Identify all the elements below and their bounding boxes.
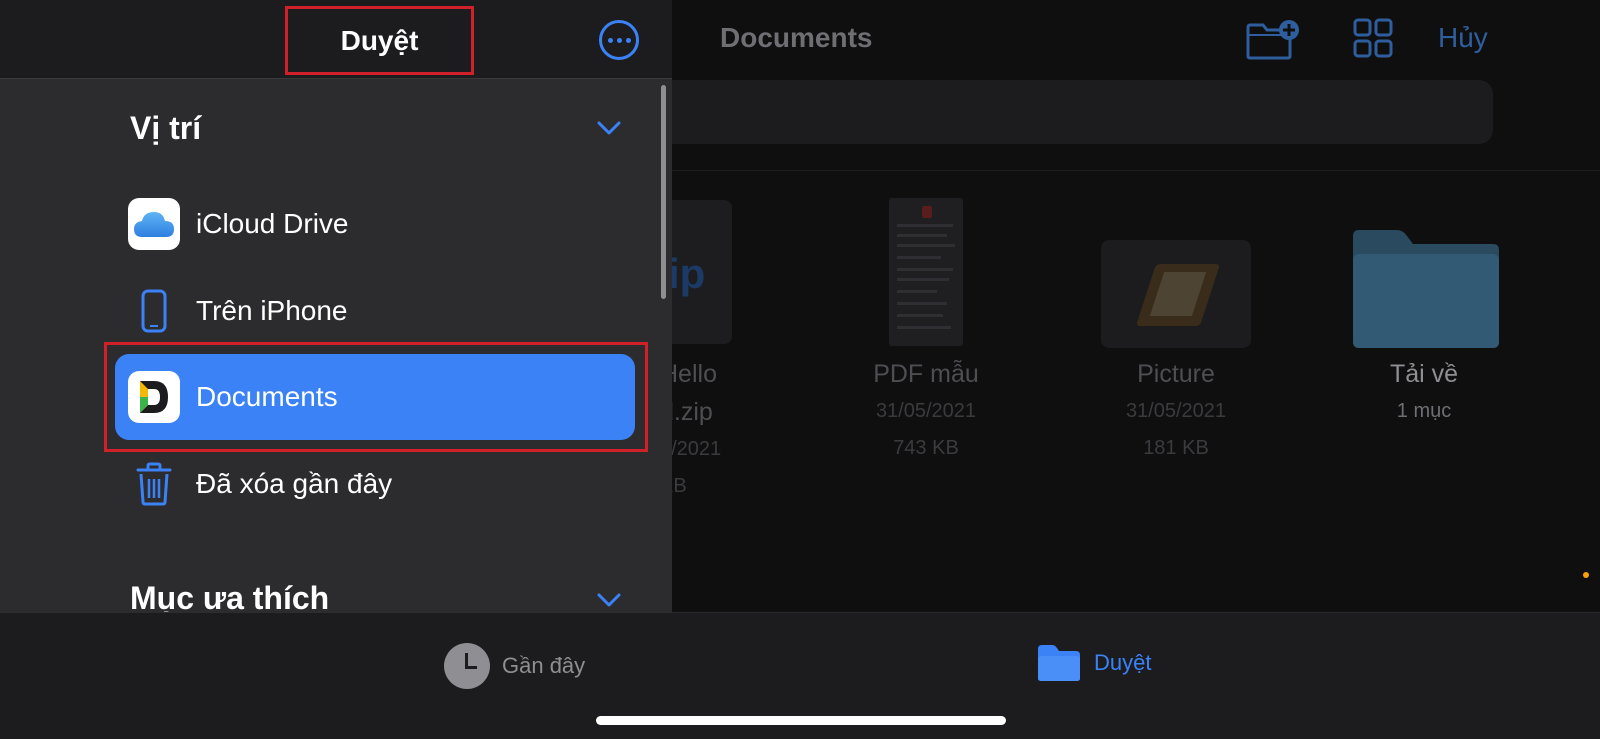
chevron-down-icon[interactable] <box>596 120 622 136</box>
highlight-box-documents <box>104 342 648 452</box>
iphone-icon <box>141 289 167 333</box>
picture-file-thumbnail[interactable] <box>1101 240 1251 348</box>
sidebar-item-label: iCloud Drive <box>196 208 349 239</box>
cancel-button[interactable]: Hủy <box>1438 22 1488 54</box>
home-indicator[interactable] <box>596 716 1006 725</box>
highlight-box-title <box>285 6 474 75</box>
page-title: Documents <box>720 22 873 53</box>
sidebar-item-label: Trên iPhone <box>196 295 348 326</box>
scrollbar[interactable] <box>661 85 666 299</box>
tab-browse[interactable]: Duyệt <box>1036 643 1151 683</box>
ellipsis-icon <box>607 37 613 43</box>
icloud-drive-icon <box>128 198 180 250</box>
clock-icon <box>444 643 490 689</box>
pdf-file-thumbnail[interactable] <box>889 198 963 346</box>
file-name: Hello <box>660 360 717 388</box>
folder-item-count: 1 mục <box>1396 400 1452 422</box>
file-date: 31/05/2021 <box>875 400 977 422</box>
sidebar-item-label: Đã xóa gần đây <box>196 468 393 499</box>
file-name: Picture <box>1137 360 1215 388</box>
chevron-down-icon[interactable] <box>596 592 622 608</box>
file-item-pdf[interactable]: PDF mẫu 31/05/2021 743 KB <box>806 355 1046 467</box>
section-title-locations: Vị trí <box>130 110 202 146</box>
recording-indicator <box>1583 572 1589 578</box>
file-name: Tải về <box>1389 360 1459 388</box>
file-name: PDF mẫu <box>873 360 979 388</box>
search-input[interactable] <box>600 80 1493 144</box>
file-item-zip[interactable]: Hello d.zip 5/2021 KB <box>660 355 750 505</box>
file-item-folder[interactable]: Tải về 1 mục <box>1304 355 1544 430</box>
tab-recent[interactable]: Gần đây <box>444 643 585 689</box>
grid-view-icon[interactable] <box>1353 18 1393 58</box>
tab-label: Duyệt <box>1094 650 1152 675</box>
zip-thumbnail-label: ip <box>668 250 706 297</box>
file-date: 31/05/2021 <box>1125 400 1227 422</box>
tab-label: Gần đây <box>502 653 586 678</box>
file-size: 181 KB <box>1143 437 1209 459</box>
trash-icon <box>136 462 172 506</box>
sidebar-item-icloud-drive[interactable]: iCloud Drive <box>115 181 635 267</box>
section-title-favorites: Mục ưa thích <box>130 580 330 612</box>
file-date: 5/2021 <box>660 438 722 460</box>
file-name-line2: d.zip <box>660 398 713 426</box>
sidebar: Duyệt Vị trí iCloud Drive Trên iPhone Do… <box>0 0 672 612</box>
file-size: KB <box>660 475 687 497</box>
folder-icon[interactable] <box>1349 228 1501 350</box>
folder-icon <box>1038 645 1080 681</box>
sidebar-item-recently-deleted[interactable]: Đã xóa gần đây <box>115 441 635 527</box>
more-options-button[interactable] <box>599 20 639 60</box>
file-item-picture[interactable]: Picture 31/05/2021 181 KB <box>1056 355 1296 467</box>
new-folder-icon[interactable] <box>1245 18 1301 62</box>
divider <box>600 170 1600 171</box>
file-size: 743 KB <box>893 437 959 459</box>
